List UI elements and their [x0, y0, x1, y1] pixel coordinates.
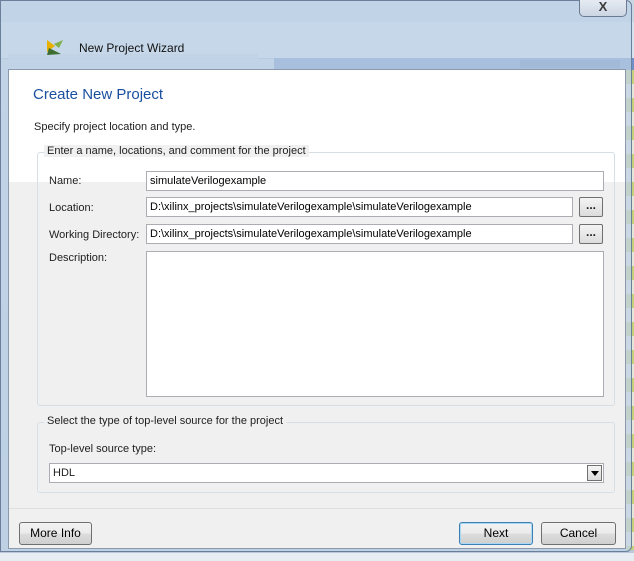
- location-label: Location:: [49, 202, 94, 214]
- working-directory-browse-button[interactable]: ...: [579, 224, 603, 244]
- more-info-button[interactable]: More Info: [19, 522, 92, 545]
- background-status-strip: [0, 553, 634, 561]
- page-subtitle: Specify project location and type.: [34, 121, 196, 133]
- dialog-client-area: Create New Project Specify project locat…: [8, 69, 626, 549]
- page-title: Create New Project: [33, 86, 164, 103]
- close-icon: X: [598, 0, 608, 14]
- description-textarea[interactable]: [146, 251, 604, 397]
- source-type-group-title: Select the type of top-level source for …: [44, 415, 287, 427]
- selected-source-type: HDL: [53, 467, 76, 479]
- location-input[interactable]: [146, 197, 573, 217]
- new-project-wizard-dialog: X New Project Wizard Create New Project …: [0, 0, 632, 552]
- footer-separator: [9, 508, 625, 509]
- working-directory-input[interactable]: [146, 224, 573, 244]
- close-button[interactable]: X: [579, 0, 627, 17]
- description-label: Description:: [49, 252, 108, 264]
- chevron-down-icon[interactable]: [587, 465, 602, 481]
- next-button[interactable]: Next: [459, 522, 533, 545]
- working-directory-label: Working Directory:: [49, 229, 140, 241]
- name-input[interactable]: [146, 171, 604, 191]
- xilinx-wizard-icon: [47, 40, 63, 55]
- name-label: Name:: [49, 175, 82, 187]
- location-browse-button[interactable]: ...: [579, 197, 603, 217]
- project-details-group-title: Enter a name, locations, and comment for…: [44, 145, 309, 157]
- title-bar[interactable]: X New Project Wizard: [1, 0, 633, 67]
- top-level-source-type-select[interactable]: HDL: [49, 463, 604, 483]
- cancel-button[interactable]: Cancel: [541, 522, 616, 545]
- window-title: New Project Wizard: [79, 41, 185, 55]
- top-level-source-type-label: Top-level source type:: [49, 443, 156, 455]
